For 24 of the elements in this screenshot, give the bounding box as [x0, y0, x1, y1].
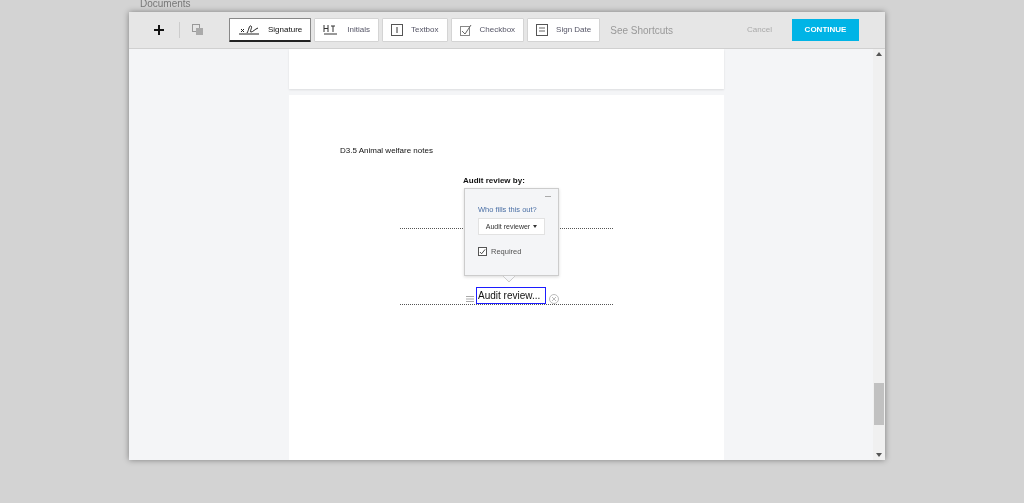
- calendar-icon: [536, 24, 549, 36]
- section-title: D3.5 Animal welfare notes: [340, 145, 433, 157]
- page-title: Documents: [140, 0, 191, 10]
- caret-icon: [533, 225, 538, 229]
- signature-icon: [238, 23, 260, 36]
- checkbox-icon: [459, 24, 472, 36]
- add-icon[interactable]: [153, 24, 167, 36]
- required-checkbox[interactable]: [478, 247, 487, 257]
- tool-button[interactable]: Textbox: [381, 18, 448, 42]
- scrollbar[interactable]: [873, 49, 885, 460]
- scroll-up-icon[interactable]: [876, 52, 882, 56]
- field-label: Audit review by:: [463, 175, 525, 187]
- initials-icon: [323, 24, 340, 36]
- scroll-down-icon[interactable]: [876, 453, 882, 457]
- textbox-icon: [390, 24, 403, 36]
- drag-handle-icon[interactable]: [466, 296, 474, 302]
- scrollbar-thumb[interactable]: [874, 383, 884, 425]
- tool-button[interactable]: Signature: [229, 18, 312, 42]
- tool-button[interactable]: Checkbox: [450, 18, 525, 42]
- tool-button[interactable]: Sign Date: [527, 18, 601, 42]
- close-icon[interactable]: [549, 294, 559, 304]
- tool-button[interactable]: Initials: [314, 18, 379, 42]
- copy-icon[interactable]: [192, 24, 204, 36]
- text-field[interactable]: Audit review...: [476, 287, 546, 304]
